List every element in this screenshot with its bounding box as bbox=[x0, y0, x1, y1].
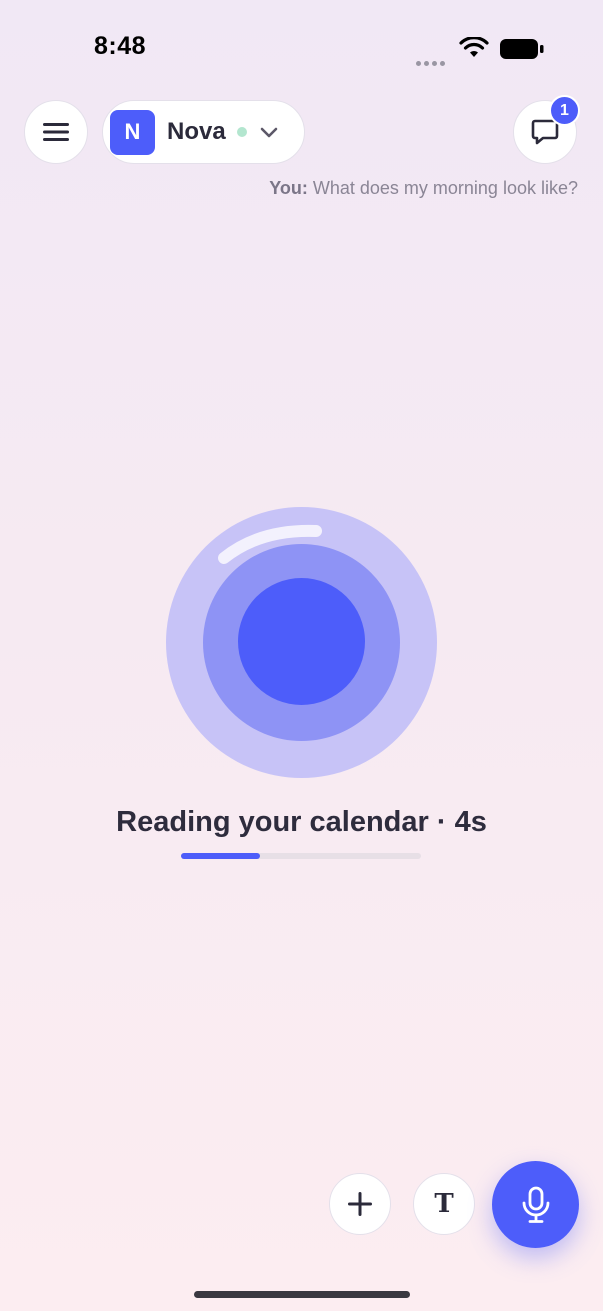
agent-name: Nova bbox=[167, 118, 226, 145]
microphone-button[interactable] bbox=[492, 1161, 579, 1248]
chat-button[interactable]: 1 bbox=[513, 95, 580, 164]
activity-progress-fill bbox=[181, 853, 261, 859]
plus-icon bbox=[348, 1192, 372, 1216]
chevron-down-icon bbox=[260, 127, 278, 138]
microphone-icon bbox=[522, 1186, 549, 1223]
voice-orb-core bbox=[238, 578, 365, 705]
transcript-text: What does my morning look like? bbox=[307, 178, 578, 198]
status-time: 8:48 bbox=[94, 32, 147, 60]
hamburger-icon bbox=[43, 123, 69, 141]
add-button[interactable] bbox=[329, 1173, 391, 1235]
user-transcript: You: What does my morning look like? bbox=[269, 178, 578, 199]
wifi-icon bbox=[459, 36, 489, 64]
orb-highlight bbox=[218, 524, 322, 564]
notification-badge: 1 bbox=[549, 95, 580, 126]
activity-status: Reading your calendar · 4s bbox=[116, 806, 487, 838]
online-status-dot bbox=[236, 127, 247, 137]
battery-icon bbox=[499, 38, 545, 65]
activity-progress-bar bbox=[181, 853, 421, 859]
transcript-speaker: You: bbox=[269, 178, 308, 198]
text-mode-button[interactable]: T bbox=[413, 1173, 475, 1235]
agent-avatar: N bbox=[110, 109, 155, 155]
cellular-signal-icon bbox=[416, 53, 448, 71]
agent-selector[interactable]: N Nova bbox=[102, 100, 305, 164]
home-indicator bbox=[194, 1291, 410, 1298]
text-mode-icon: T bbox=[434, 1189, 454, 1219]
menu-button[interactable] bbox=[24, 100, 88, 164]
